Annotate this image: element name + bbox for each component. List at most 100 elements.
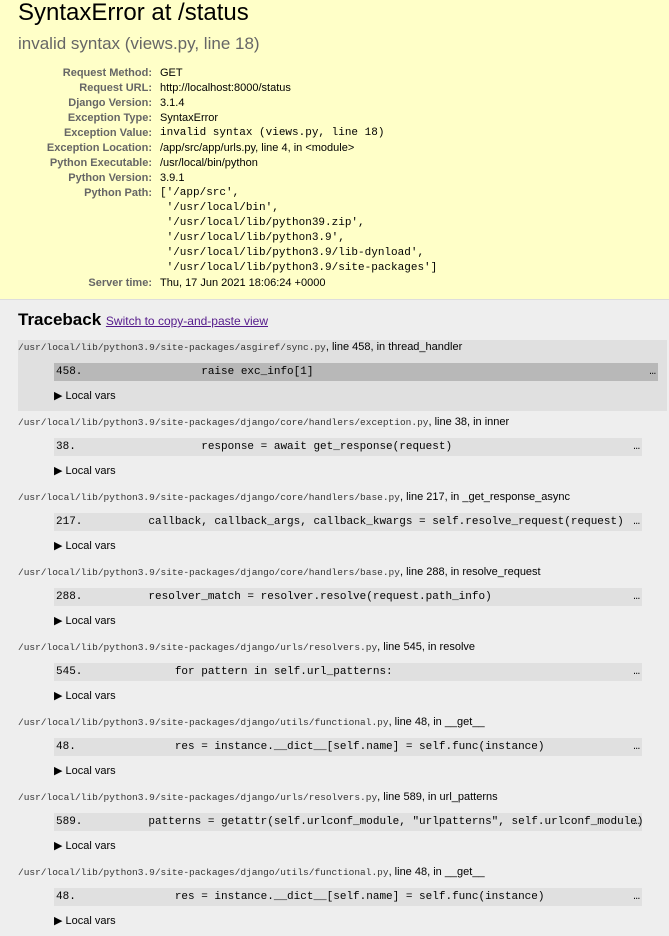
local-vars-toggle[interactable]: ▶ Local vars xyxy=(54,689,651,711)
traceback-frame: /usr/local/lib/python3.9/site-packages/d… xyxy=(18,715,651,786)
line-code: callback, callback_args, callback_kwargs… xyxy=(95,516,624,528)
frame-location: , line 458, in thread_handler xyxy=(325,341,463,353)
summary-panel: SyntaxError at /status invalid syntax (v… xyxy=(0,0,669,300)
traceback-frame: /usr/local/lib/python3.9/site-packages/d… xyxy=(18,415,651,486)
frame-header: /usr/local/lib/python3.9/site-packages/a… xyxy=(18,340,667,355)
frame-file-path: /usr/local/lib/python3.9/site-packages/d… xyxy=(18,717,389,728)
context-line[interactable]: 48. res = instance.__dict__[self.name] =… xyxy=(54,738,642,756)
context-line[interactable]: 48. res = instance.__dict__[self.name] =… xyxy=(54,888,642,906)
meta-row: Request Method: GET xyxy=(18,66,437,81)
line-number: 48. xyxy=(56,741,96,753)
local-vars-toggle[interactable]: ▶ Local vars xyxy=(54,914,651,936)
meta-row: Python Version: 3.9.1 xyxy=(18,171,437,186)
line-number: 458. xyxy=(56,366,96,378)
expand-context-icon[interactable]: … xyxy=(633,438,640,456)
context-line[interactable]: 288. resolver_match = resolver.resolve(r… xyxy=(54,588,642,606)
line-number: 38. xyxy=(56,441,96,453)
context-line[interactable]: 38. response = await get_response(reques… xyxy=(54,438,642,456)
exception-subtitle: invalid syntax (views.py, line 18) xyxy=(18,34,260,53)
meta-row: Python Path: ['/app/src', '/usr/local/bin… xyxy=(18,186,437,276)
line-number: 545. xyxy=(56,666,96,678)
frame-file-path: /usr/local/lib/python3.9/site-packages/d… xyxy=(18,567,400,578)
traceback-frame: /usr/local/lib/python3.9/site-packages/d… xyxy=(18,640,651,711)
meta-value: Thu, 17 Jun 2021 18:06:24 +0000 xyxy=(160,277,326,289)
traceback-heading: Traceback Switch to copy-and-paste view xyxy=(18,310,651,330)
traceback-title: Traceback xyxy=(18,310,102,329)
meta-label: Request URL: xyxy=(79,82,152,94)
meta-value: /app/src/app/urls.py, line 4, in <module… xyxy=(160,142,355,154)
traceback-frame: /usr/local/lib/python3.9/site-packages/d… xyxy=(18,865,651,936)
meta-row: Exception Type: SyntaxError xyxy=(18,111,437,126)
traceback-frame: /usr/local/lib/python3.9/site-packages/a… xyxy=(18,340,667,411)
meta-row: Request URL: http://localhost:8000/status xyxy=(18,81,437,96)
traceback-frame: /usr/local/lib/python3.9/site-packages/d… xyxy=(18,490,651,561)
frame-location: , line 38, in inner xyxy=(428,416,510,428)
frame-location: , line 48, in __get__ xyxy=(388,716,485,728)
context-line[interactable]: 545. for pattern in self.url_patterns: … xyxy=(54,663,642,681)
line-code: raise exc_info[1] xyxy=(95,366,314,378)
frame-file-path: /usr/local/lib/python3.9/site-packages/d… xyxy=(18,492,400,503)
local-vars-toggle[interactable]: ▶ Local vars xyxy=(54,464,651,486)
meta-row: Server time: Thu, 17 Jun 2021 18:06:24 +0… xyxy=(18,276,437,291)
meta-label: Exception Location: xyxy=(46,142,152,154)
meta-value: /usr/local/bin/python xyxy=(160,157,258,169)
line-code: patterns = getattr(self.urlconf_module, … xyxy=(95,816,644,828)
meta-label: Python Executable: xyxy=(49,157,152,169)
frame-header: /usr/local/lib/python3.9/site-packages/d… xyxy=(18,490,651,505)
expand-context-icon[interactable]: … xyxy=(649,363,656,381)
expand-context-icon[interactable]: … xyxy=(633,588,640,606)
meta-label: Python Path: xyxy=(84,187,152,199)
line-number: 48. xyxy=(56,891,96,903)
meta-label: Exception Type: xyxy=(67,112,152,124)
frame-location: , line 545, in resolve xyxy=(377,641,476,653)
frame-file-path: /usr/local/lib/python3.9/site-packages/d… xyxy=(18,417,429,428)
frame-header: /usr/local/lib/python3.9/site-packages/d… xyxy=(18,415,651,430)
frame-location: , line 217, in _get_response_async xyxy=(399,491,570,503)
line-number: 217. xyxy=(56,516,96,528)
meta-value: http://localhost:8000/status xyxy=(160,82,291,94)
meta-row: Django Version: 3.1.4 xyxy=(18,96,437,111)
meta-label: Django Version: xyxy=(68,97,152,109)
frame-header: /usr/local/lib/python3.9/site-packages/d… xyxy=(18,865,651,880)
line-code: response = await get_response(request) xyxy=(95,441,453,453)
switch-view-link[interactable]: Switch to copy-and-paste view xyxy=(106,314,268,328)
traceback-frame: /usr/local/lib/python3.9/site-packages/d… xyxy=(18,565,651,636)
line-code: for pattern in self.url_patterns: xyxy=(95,666,393,678)
local-vars-toggle[interactable]: ▶ Local vars xyxy=(54,614,651,636)
line-number: 288. xyxy=(56,591,96,603)
meta-value: invalid syntax (views.py, line 18) xyxy=(160,127,385,139)
local-vars-toggle[interactable]: ▶ Local vars xyxy=(54,539,651,561)
frame-location: , line 589, in url_patterns xyxy=(377,791,498,803)
meta-value: 3.1.4 xyxy=(160,97,185,109)
expand-context-icon[interactable]: … xyxy=(633,513,640,531)
expand-context-icon[interactable]: … xyxy=(633,738,640,756)
local-vars-toggle[interactable]: ▶ Local vars xyxy=(54,764,651,786)
frame-location: , line 48, in __get__ xyxy=(388,866,485,878)
line-code: res = instance.__dict__[self.name] = sel… xyxy=(95,741,545,753)
local-vars-toggle[interactable]: ▶ Local vars xyxy=(54,839,651,861)
frame-list: /usr/local/lib/python3.9/site-packages/a… xyxy=(18,340,667,936)
frame-file-path: /usr/local/lib/python3.9/site-packages/d… xyxy=(18,642,378,653)
meta-value: ['/app/src', '/usr/local/bin', '/usr/loc… xyxy=(160,187,438,274)
expand-context-icon[interactable]: … xyxy=(633,888,640,906)
traceback-frame: /usr/local/lib/python3.9/site-packages/d… xyxy=(18,790,651,861)
meta-value: 3.9.1 xyxy=(160,172,185,184)
request-meta-table: Request Method: GET Request URL: http://loc… xyxy=(18,66,437,291)
meta-label: Python Version: xyxy=(68,172,152,184)
meta-row: Exception Location: /app/src/app/urls.py,… xyxy=(18,141,437,156)
traceback-section: Traceback Switch to copy-and-paste view … xyxy=(0,300,669,936)
meta-row: Exception Value: invalid syntax (views.py… xyxy=(18,126,437,141)
context-line[interactable]: 458. raise exc_info[1] … xyxy=(54,363,658,381)
meta-label: Server time: xyxy=(88,277,152,289)
expand-context-icon[interactable]: … xyxy=(633,663,640,681)
frame-location: , line 288, in resolve_request xyxy=(399,566,541,578)
expand-context-icon[interactable]: … xyxy=(633,813,640,831)
page-title: SyntaxError at /status xyxy=(18,0,249,26)
context-line[interactable]: 589. patterns = getattr(self.urlconf_mod… xyxy=(54,813,644,831)
frame-file-path: /usr/local/lib/python3.9/site-packages/d… xyxy=(18,867,389,878)
frame-file-path: /usr/local/lib/python3.9/site-packages/a… xyxy=(18,342,326,353)
frame-file-path: /usr/local/lib/python3.9/site-packages/d… xyxy=(18,792,378,803)
line-number: 589. xyxy=(56,816,96,828)
context-line[interactable]: 217. callback, callback_args, callback_k… xyxy=(54,513,642,531)
local-vars-toggle[interactable]: ▶ Local vars xyxy=(54,389,667,411)
